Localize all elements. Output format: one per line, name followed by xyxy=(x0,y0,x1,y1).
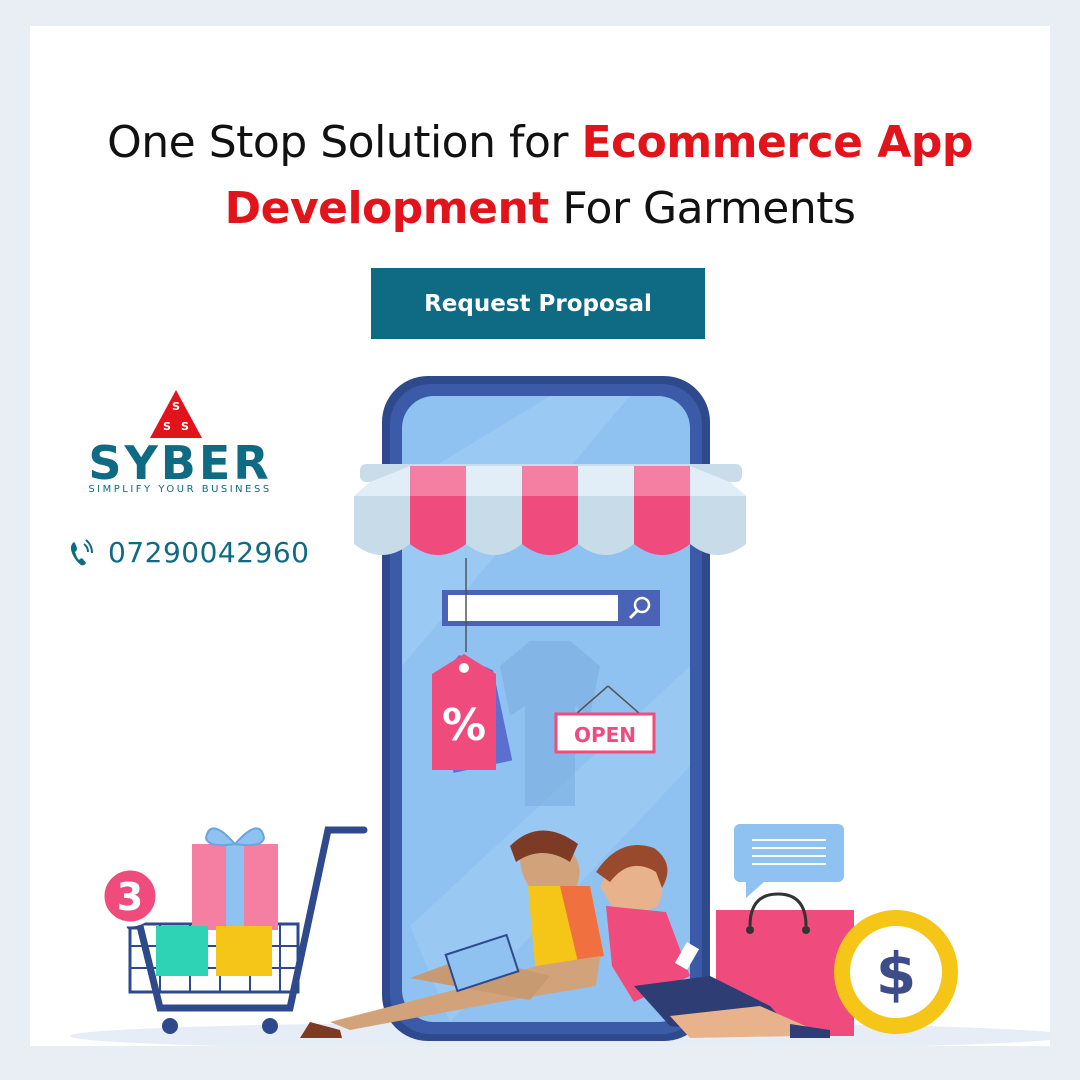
coin-symbol: $ xyxy=(876,940,916,1008)
discount-symbol: % xyxy=(442,700,486,751)
dollar-coin-icon: $ xyxy=(834,910,958,1034)
open-sign-text: OPEN xyxy=(574,723,636,747)
shopping-illustration: % OPEN $ 3 xyxy=(70,376,1050,1046)
chat-bubble-icon xyxy=(734,824,844,898)
cart-count: 3 xyxy=(117,875,143,919)
search-bar xyxy=(442,590,660,626)
ad-card: One Stop Solution for Ecommerce App Deve… xyxy=(30,26,1050,1046)
cart-count-badge: 3 xyxy=(99,865,161,927)
shop-awning xyxy=(354,464,746,555)
shopping-cart xyxy=(126,826,368,1034)
